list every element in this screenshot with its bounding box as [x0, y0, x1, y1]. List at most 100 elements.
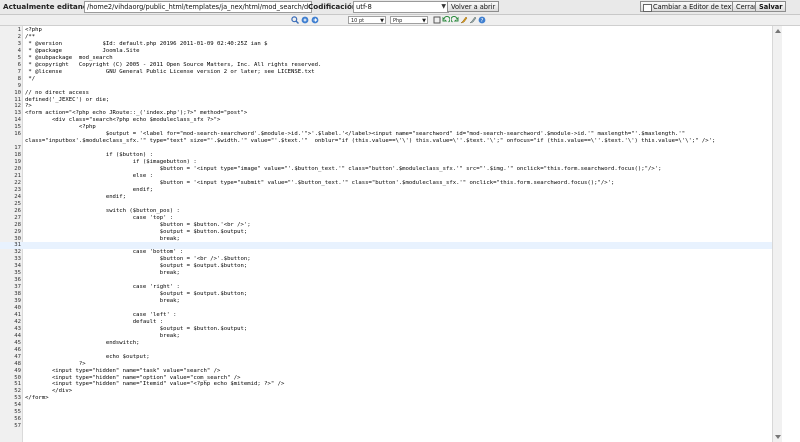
line-text: // no direct access [25, 89, 89, 96]
font-size-select[interactable]: 10 pt ▼ [348, 16, 386, 24]
line-number: 37 [14, 284, 21, 291]
code-line[interactable]: 15 <?php [0, 124, 772, 131]
line-text: case 'top' : [25, 214, 174, 221]
fullscreen-icon[interactable] [433, 16, 441, 24]
line-number: 30 [14, 235, 21, 242]
code-line[interactable]: 27 case 'top' : [0, 215, 772, 222]
line-number: 47 [14, 353, 21, 360]
line-number: 38 [14, 291, 21, 298]
line-number: 17 [14, 145, 21, 152]
code-line[interactable]: 55 [0, 409, 772, 416]
code-line[interactable]: 25 [0, 201, 772, 208]
code-line[interactable]: 26 switch ($button_pos) : [0, 208, 772, 215]
code-line[interactable]: 48 ?> [0, 361, 772, 368]
code-line[interactable]: 45 endswitch; [0, 340, 772, 347]
code-line[interactable]: 42 default : [0, 319, 772, 326]
line-number: 24 [14, 193, 21, 200]
code-line[interactable]: 23 endif; [0, 187, 772, 194]
code-line[interactable]: 7 * @license GNU General Public License … [0, 69, 772, 76]
line-text: $button = '<input type="submit" value="'… [25, 179, 615, 186]
code-line[interactable]: 35 break; [0, 270, 772, 277]
code-line[interactable]: 38 $output = $output.$button; [0, 291, 772, 298]
code-line[interactable]: 28 $button = $button.'<br />'; [0, 222, 772, 229]
code-line[interactable]: 31 [0, 242, 772, 250]
redo-icon[interactable] [451, 16, 459, 24]
chevron-down-icon: ▼ [380, 18, 384, 24]
file-path-field[interactable]: /home2/vihdaorg/public_html/templates/ja… [84, 1, 312, 13]
scroll-down-icon[interactable] [775, 435, 781, 439]
code-line[interactable]: 52 </div> [0, 388, 772, 395]
code-line[interactable]: 47 echo $output; [0, 354, 772, 361]
code-line[interactable]: 6 * @copyright Copyright (C) 2005 - 2011… [0, 62, 772, 69]
code-editor[interactable]: 1 <?php 2/** 3 * @version $Id: default.php … [0, 26, 772, 442]
highlight-icon[interactable] [460, 16, 468, 24]
switch-editor-button[interactable]: Cambiar a Editor de texto [640, 1, 743, 12]
code-line[interactable]: 5 * @subpackage mod_search [0, 55, 772, 62]
code-line[interactable]: 22 $button = '<input type="submit" value… [0, 180, 772, 187]
goto-line-icon[interactable] [311, 16, 319, 24]
code-line[interactable]: 29 $output = $button.$output; [0, 229, 772, 236]
code-line[interactable]: 9 [0, 83, 772, 90]
code-line[interactable]: 46 [0, 347, 772, 354]
code-line[interactable]: 41 case 'left' : [0, 312, 772, 319]
code-line[interactable]: 14 <div class="search<?php echo $modulec… [0, 117, 772, 124]
code-line[interactable]: 30 break; [0, 236, 772, 243]
encoding-select[interactable]: utf-8 ▼ [353, 1, 449, 13]
line-number: 16 [14, 131, 21, 138]
code-line[interactable]: 50 <input type="hidden" name="option" va… [0, 375, 772, 382]
save-button[interactable]: Salvar [755, 1, 787, 12]
replace-icon[interactable] [301, 16, 309, 24]
code-line[interactable]: 8 */ [0, 76, 772, 83]
line-text: * @version $Id: default.php 20196 2011-0… [25, 40, 268, 47]
code-line[interactable]: 54 [0, 402, 772, 409]
code-line[interactable]: 53 </form> [0, 395, 772, 402]
code-line[interactable]: 37 case 'right' : [0, 284, 772, 291]
vertical-scrollbar[interactable] [772, 26, 782, 442]
code-line[interactable]: 57 [0, 423, 772, 430]
line-number: 3 [17, 40, 21, 47]
code-line[interactable]: 51 <input type="hidden" name="Itemid" va… [0, 381, 772, 388]
line-text: $button = '<br />'.$button; [25, 256, 251, 263]
line-text: break; [25, 235, 180, 242]
line-number: 27 [14, 214, 21, 221]
scroll-up-icon[interactable] [775, 29, 781, 33]
code-line[interactable]: 33 $button = '<br />'.$button; [0, 256, 772, 263]
syntax-select[interactable]: Php ▼ [390, 16, 428, 24]
code-line[interactable]: 36 [0, 277, 772, 284]
help-icon[interactable]: ? [478, 16, 486, 24]
code-line[interactable]: 43 $output = $button.$output; [0, 326, 772, 333]
code-line[interactable]: 20 $button = '<input type="image" value=… [0, 166, 772, 173]
text-editor-icon [643, 4, 652, 12]
code-line[interactable]: 40 [0, 305, 772, 312]
code-line[interactable]: 19 if ($imagebutton) : [0, 159, 772, 166]
line-number: 50 [14, 374, 21, 381]
code-line[interactable]: 1 <?php [0, 27, 772, 34]
code-line[interactable]: class="inputbox'.$moduleclass_sfx.'" typ… [0, 138, 772, 145]
line-text: <input type="hidden" name="Itemid" value… [25, 381, 285, 388]
code-line[interactable]: 39 break; [0, 298, 772, 305]
code-line[interactable]: 34 $output = $output.$button; [0, 263, 772, 270]
code-line[interactable]: 2 /** [0, 34, 772, 41]
code-line[interactable]: 13 <form action="<?php echo JRoute::_('in… [0, 110, 772, 117]
undo-icon[interactable] [442, 16, 450, 24]
line-number: 55 [14, 409, 21, 416]
code-line[interactable]: 10 // no direct access [0, 90, 772, 97]
code-line[interactable]: 11 defined('_JEXEC') or die; [0, 97, 772, 104]
code-line[interactable]: 32 case 'bottom' : [0, 249, 772, 256]
code-line[interactable]: 24 endif; [0, 194, 772, 201]
code-line[interactable]: 18 if ($button) : [0, 152, 772, 159]
line-text: if ($button) : [25, 152, 153, 159]
line-text: <input type="hidden" name="option" value… [25, 374, 241, 381]
reset-highlight-icon[interactable] [469, 16, 477, 24]
code-line[interactable]: 44 break; [0, 333, 772, 340]
code-line[interactable]: 21 else : [0, 173, 772, 180]
code-line[interactable]: 49 <input type="hidden" name="task" valu… [0, 368, 772, 375]
code-line[interactable]: 4 * @package Joomla.Site [0, 48, 772, 55]
code-line[interactable]: 12 ?> [0, 103, 772, 110]
code-line[interactable]: 16 $output = '<label for="mod-search-sea… [0, 131, 772, 138]
code-line[interactable]: 56 [0, 416, 772, 423]
code-line[interactable]: 17 [0, 145, 772, 152]
search-icon[interactable] [291, 16, 299, 24]
reopen-button[interactable]: Volver a abrir [447, 1, 500, 12]
code-line[interactable]: 3 * @version $Id: default.php 20196 2011… [0, 41, 772, 48]
